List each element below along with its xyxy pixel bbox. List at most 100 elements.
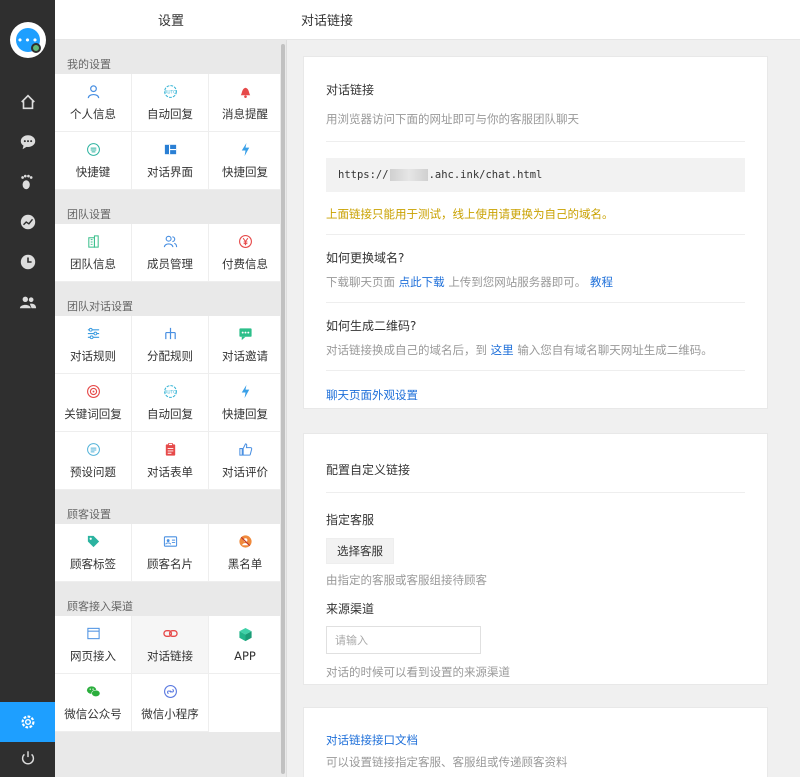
tag-icon [85,534,101,550]
url-suffix: .ahc.ink/chat.html [428,169,543,181]
svg-text:AUTO: AUTO [164,389,177,395]
settings-title: 设置 [55,0,287,40]
settings-item[interactable]: 快捷回复 [209,374,281,432]
chat-link-title: 对话链接 [326,83,375,97]
settings-item[interactable]: 顾客标签 [55,524,132,582]
settings-item-label: 快捷回复 [222,406,268,421]
rules-icon [85,326,101,342]
auto-icon: AUTO [162,84,178,100]
settings-item-label: 自动回复 [147,106,193,121]
settings-item-label: 对话邀请 [222,348,268,363]
layout-icon [162,142,178,158]
settings-item[interactable]: 关键词回复 [55,374,132,432]
custom-link-card: 配置自定义链接 指定客服 选择客服 由指定的客服或客服组接待顾客 来源渠道 请输… [303,433,768,685]
yen-icon [237,234,253,250]
settings-item[interactable]: 微信小程序 [132,674,209,732]
settings-item[interactable]: 对话规则 [55,316,132,374]
bolt-icon [237,384,253,400]
custom-link-title: 配置自定义链接 [326,463,411,477]
settings-item-label: 对话界面 [147,164,193,179]
source-hint: 对话的时候可以看到设置的来源渠道 [326,665,510,679]
chat-icon[interactable] [0,122,55,162]
source-label: 来源渠道 [326,602,375,616]
appearance-settings-link[interactable]: 聊天页面外观设置 [326,387,745,403]
statistics-icon[interactable] [0,202,55,242]
q-change-domain-title: 如何更换域名? [326,251,405,265]
settings-item-label: 付费信息 [222,256,268,271]
settings-group-title: 顾客设置 [67,508,111,521]
settings-item[interactable]: 快捷回复 [209,132,281,190]
main-content: 对话链接 对话链接 用浏览器访问下面的网址即可与你的客服团队聊天 https:/… [287,0,800,777]
settings-item-label: 对话表单 [147,464,193,479]
chat-url-box[interactable]: https:// .ahc.ink/chat.html [326,158,745,192]
settings-item[interactable]: 团队信息 [55,224,132,282]
settings-item[interactable]: 快捷键 [55,132,132,190]
settings-group-title: 团队对话设置 [67,300,133,313]
settings-item-label: APP [234,648,256,663]
home-icon[interactable] [0,82,55,122]
online-status-icon [31,43,41,53]
select-agent-button[interactable]: 选择客服 [326,538,394,564]
scrollbar-thumb[interactable] [281,44,285,774]
settings-item[interactable]: 顾客名片 [132,524,209,582]
settings-item[interactable]: 对话表单 [132,432,209,490]
wechat-icon [85,684,101,700]
settings-item[interactable]: 黑名单 [209,524,281,582]
settings-panel: 设置 我的设置 个人信息 AUTO 自动回复 消息提醒 快捷键 对话界面 快捷回复 团队设置 团队… [55,0,287,777]
miniprogram-icon [162,684,178,700]
settings-item-label: 微信公众号 [64,706,122,721]
settings-item[interactable]: 个人信息 [55,74,132,132]
download-link[interactable]: 点此下载 [399,275,445,289]
distribute-icon [162,326,178,342]
settings-menu: 我的设置 个人信息 AUTO 自动回复 消息提醒 快捷键 对话界面 快捷回复 团队设置 团队信息成… [55,40,281,777]
footprint-icon[interactable] [0,162,55,202]
chat-bubble-icon: ••• [16,28,41,53]
settings-item[interactable]: 成员管理 [132,224,209,282]
svg-text:AUTO: AUTO [164,89,177,95]
settings-group-grid: 顾客标签 顾客名片 黑名单 [55,524,281,582]
app-logo[interactable]: ••• [10,22,46,58]
settings-item-label: 顾客名片 [147,556,193,571]
settings-item[interactable]: 消息提醒 [209,74,281,132]
settings-group-grid: 网页接入 对话链接 APP 微信公众号 微信小程序 [55,616,281,732]
settings-item[interactable]: 微信公众号 [55,674,132,732]
settings-item[interactable]: 付费信息 [209,224,281,282]
auto-icon: AUTO [162,384,178,400]
bolt-icon [237,142,253,158]
settings-item-label: 微信小程序 [141,706,199,721]
cube-icon [237,627,253,643]
icon-rail: ••• [0,0,55,777]
customers-icon[interactable] [0,282,55,322]
settings-item[interactable]: 对话链接 [132,616,209,674]
settings-item-label: 团队信息 [70,256,116,271]
settings-scrollbar[interactable] [280,40,286,777]
api-doc-link[interactable]: 对话链接接口文档 [326,732,745,748]
settings-item-label: 网页接入 [70,648,116,663]
settings-item[interactable]: 对话邀请 [209,316,281,374]
source-input[interactable]: 请输入 [326,626,481,654]
settings-group-grid: 对话规则 分配规则 对话邀请关键词回复 AUTO 自动回复 快捷回复预设问题 对话表单 对话评… [55,316,281,490]
settings-item[interactable]: AUTO 自动回复 [132,374,209,432]
settings-item-label: 关键词回复 [64,406,122,421]
tutorial-link[interactable]: 教程 [590,275,613,289]
power-icon[interactable] [0,738,55,777]
settings-item-label: 成员管理 [147,256,193,271]
settings-item[interactable]: APP [209,616,281,674]
settings-item-label: 分配规则 [147,348,193,363]
settings-item[interactable]: AUTO 自动回复 [132,74,209,132]
settings-item-label: 快捷回复 [222,164,268,179]
q-change-domain-text: 下载聊天页面 点此下载 上传到您网站服务器即可。 教程 [326,275,613,289]
settings-item[interactable]: 分配规则 [132,316,209,374]
settings-gear-icon[interactable] [0,702,55,742]
settings-item[interactable]: 预设问题 [55,432,132,490]
qrcode-here-link[interactable]: 这里 [491,343,514,357]
webpage-icon [85,626,101,642]
settings-item[interactable]: 对话评价 [209,432,281,490]
history-clock-icon[interactable] [0,242,55,282]
settings-item[interactable]: 网页接入 [55,616,132,674]
settings-item-label: 顾客标签 [70,556,116,571]
settings-group-grid: 团队信息 成员管理 付费信息 [55,224,281,282]
building-icon [85,234,101,250]
settings-item[interactable]: 对话界面 [132,132,209,190]
q-qrcode-title: 如何生成二维码? [326,319,417,333]
